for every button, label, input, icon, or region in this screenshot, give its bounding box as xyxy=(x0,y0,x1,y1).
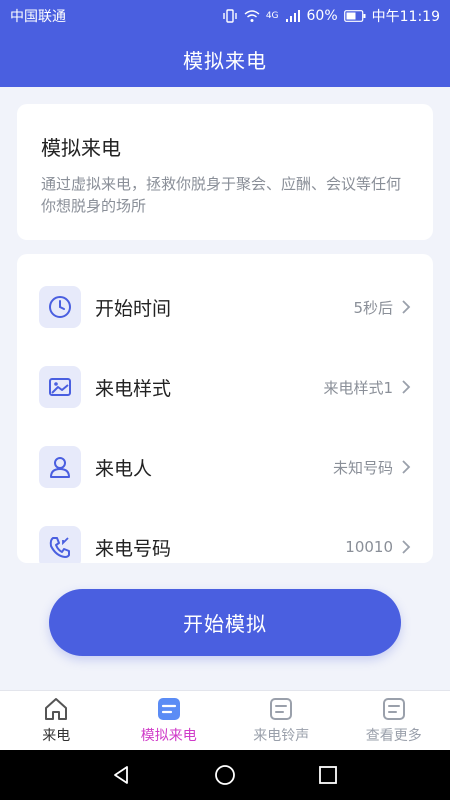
intro-card: 模拟来电 通过虚拟来电，拯救你脱身于聚会、应酬、会议等任何你想脱身的场所 xyxy=(17,104,433,240)
setting-label: 来电样式 xyxy=(95,377,172,400)
clock-icon xyxy=(39,286,81,328)
tab-incoming-call[interactable]: 来电 xyxy=(0,691,113,750)
setting-value: 未知号码 xyxy=(332,458,393,477)
image-icon xyxy=(39,366,81,408)
recents-square-icon[interactable] xyxy=(316,763,340,787)
person-icon xyxy=(39,446,81,488)
setting-caller-number[interactable]: 来电号码 10010 xyxy=(17,507,433,563)
setting-label: 开始时间 xyxy=(95,297,172,320)
chevron-right-icon xyxy=(402,460,411,474)
home-icon xyxy=(45,698,68,720)
chevron-right-icon xyxy=(402,540,411,554)
battery-icon xyxy=(343,10,366,22)
setting-call-style[interactable]: 来电样式 来电样式1 xyxy=(17,347,433,427)
tab-label: 来电 xyxy=(42,728,71,744)
setting-caller[interactable]: 来电人 未知号码 xyxy=(17,427,433,507)
signal-icon xyxy=(285,10,300,22)
intro-title: 模拟来电 xyxy=(41,136,121,160)
chevron-right-icon xyxy=(402,380,411,394)
vibrate-icon xyxy=(223,9,237,23)
tab-label: 来电铃声 xyxy=(253,728,310,744)
title-bar: 模拟来电 xyxy=(0,32,450,87)
battery-percent: 60% xyxy=(306,8,338,24)
chevron-right-icon xyxy=(402,300,411,314)
setting-label: 来电号码 xyxy=(95,537,172,560)
wifi-icon xyxy=(244,10,260,22)
status-bar: 中国联通 4G 60% 中午11:19 xyxy=(0,0,450,32)
network-type: 4G xyxy=(265,11,279,21)
tab-more[interactable]: 查看更多 xyxy=(338,691,450,750)
start-simulation-button[interactable]: 开始模拟 xyxy=(49,589,401,656)
home-circle-icon[interactable] xyxy=(213,763,237,787)
settings-card: 开始时间 5秒后 来电样式 来电样式1 来电人 未知号码 来电号码 10010 xyxy=(17,254,433,563)
intro-description: 通过虚拟来电，拯救你脱身于聚会、应酬、会议等任何你想脱身的场所 xyxy=(41,175,402,215)
back-icon[interactable] xyxy=(110,763,134,787)
carrier-name: 中国联通 xyxy=(10,9,66,25)
phone-icon xyxy=(39,526,81,563)
status-icons: 4G 60% 中午11:19 xyxy=(222,6,440,26)
clock-time: 中午11:19 xyxy=(371,9,440,25)
system-nav-bar xyxy=(0,750,450,800)
list-icon xyxy=(382,698,405,720)
page-title: 模拟来电 xyxy=(183,49,267,73)
list-icon xyxy=(157,698,180,720)
tab-label: 模拟来电 xyxy=(140,728,197,744)
bottom-tab-bar: 来电 模拟来电 来电铃声 查看更多 xyxy=(0,690,450,750)
tab-ringtone[interactable]: 来电铃声 xyxy=(225,691,338,750)
tab-label: 查看更多 xyxy=(365,728,422,744)
setting-value: 10010 xyxy=(345,538,393,556)
tab-simulate-call[interactable]: 模拟来电 xyxy=(113,691,226,750)
setting-value: 5秒后 xyxy=(353,298,393,317)
setting-start-time[interactable]: 开始时间 5秒后 xyxy=(17,267,433,347)
setting-value: 来电样式1 xyxy=(323,378,393,397)
setting-label: 来电人 xyxy=(95,457,153,480)
list-icon xyxy=(270,698,293,720)
